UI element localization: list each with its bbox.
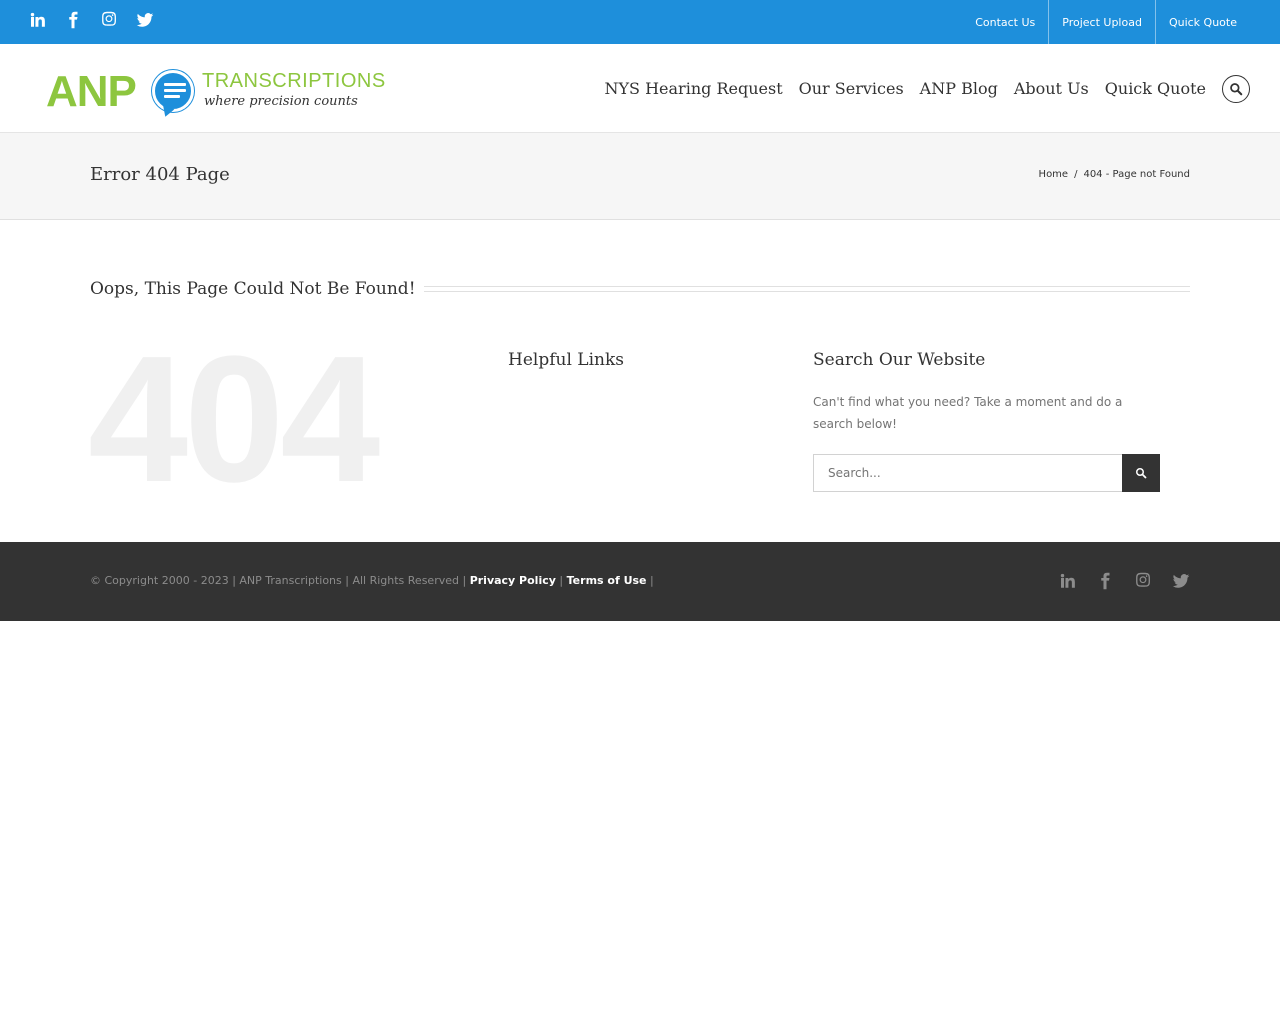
header-search-button[interactable] bbox=[1222, 75, 1250, 103]
search-input[interactable] bbox=[813, 454, 1122, 492]
nav-item-our-services[interactable]: Our Services bbox=[799, 79, 904, 98]
copyright: © Copyright 2000 - 2023 | ANP Transcript… bbox=[90, 574, 654, 587]
main-nav: NYS Hearing Request Our Services ANP Blo… bbox=[588, 44, 1206, 133]
linkedin-icon bbox=[30, 12, 45, 27]
footer-trailing-divider: | bbox=[650, 574, 654, 587]
error-heading: Oops, This Page Could Not Be Found! bbox=[90, 279, 416, 299]
site-search-form bbox=[813, 454, 1160, 492]
footer-instagram-link[interactable] bbox=[1134, 572, 1152, 594]
nav-item-nys-hearing-request[interactable]: NYS Hearing Request bbox=[604, 79, 782, 98]
top-link-project-upload[interactable]: Project Upload bbox=[1048, 0, 1155, 44]
logo-anp-text: ANP bbox=[46, 67, 137, 116]
helpful-links-title: Helpful Links bbox=[508, 350, 624, 370]
error-heading-row: Oops, This Page Could Not Be Found! bbox=[90, 276, 1190, 302]
twitter-icon bbox=[136, 13, 154, 27]
search-website-title: Search Our Website bbox=[813, 350, 986, 370]
search-description: Can't find what you need? Take a moment … bbox=[813, 395, 1123, 431]
linkedin-icon bbox=[1060, 573, 1075, 588]
instagram-icon bbox=[1136, 572, 1150, 587]
twitter-link[interactable] bbox=[136, 11, 154, 33]
breadcrumb-current: 404 - Page not Found bbox=[1083, 169, 1190, 180]
breadcrumb-separator: / bbox=[1074, 169, 1078, 180]
search-icon bbox=[1230, 83, 1243, 96]
logo-speech-bubble-icon bbox=[152, 70, 194, 112]
nav-item-about-us[interactable]: About Us bbox=[1014, 79, 1089, 98]
instagram-icon bbox=[102, 11, 116, 26]
top-link-contact-us[interactable]: Contact Us bbox=[962, 0, 1048, 44]
page-title-bar: Error 404 Page Home / 404 - Page not Fou… bbox=[0, 133, 1280, 220]
footer-linkedin-link[interactable] bbox=[1058, 572, 1076, 594]
error-code-404: 404 bbox=[88, 319, 380, 520]
search-icon bbox=[1136, 468, 1147, 479]
top-link-quick-quote[interactable]: Quick Quote bbox=[1154, 0, 1250, 44]
linkedin-link[interactable] bbox=[28, 11, 46, 33]
site-logo[interactable]: ANP TRANSCRIPTIONS where precision count… bbox=[46, 67, 385, 116]
terms-of-use-link[interactable]: Terms of Use bbox=[567, 574, 647, 587]
top-bar: Contact Us Project Upload Quick Quote bbox=[0, 0, 1280, 44]
nav-item-quick-quote[interactable]: Quick Quote bbox=[1105, 79, 1206, 98]
footer-social-links bbox=[1058, 572, 1190, 594]
search-submit-button[interactable] bbox=[1122, 454, 1160, 492]
site-footer: © Copyright 2000 - 2023 | ANP Transcript… bbox=[0, 542, 1280, 621]
heading-separator bbox=[423, 286, 1190, 292]
facebook-icon bbox=[1101, 572, 1110, 590]
site-header: ANP TRANSCRIPTIONS where precision count… bbox=[0, 44, 1280, 133]
facebook-icon bbox=[69, 11, 78, 29]
nav-item-anp-blog[interactable]: ANP Blog bbox=[920, 79, 998, 98]
footer-twitter-link[interactable] bbox=[1172, 572, 1190, 594]
footer-facebook-link[interactable] bbox=[1096, 572, 1114, 594]
copyright-text: © Copyright 2000 - 2023 | ANP Transcript… bbox=[90, 574, 467, 587]
logo-transcriptions-text: TRANSCRIPTIONS bbox=[202, 70, 386, 92]
logo-tagline: where precision counts bbox=[204, 94, 358, 109]
privacy-policy-link[interactable]: Privacy Policy bbox=[470, 574, 556, 587]
twitter-icon bbox=[1172, 574, 1190, 588]
breadcrumb-home[interactable]: Home bbox=[1039, 169, 1069, 180]
instagram-link[interactable] bbox=[100, 11, 118, 33]
footer-divider: | bbox=[559, 574, 564, 587]
top-social-links bbox=[28, 11, 154, 33]
breadcrumb: Home / 404 - Page not Found bbox=[1039, 169, 1190, 180]
page-title: Error 404 Page bbox=[90, 164, 230, 185]
facebook-link[interactable] bbox=[64, 11, 82, 33]
top-secondary-nav: Contact Us Project Upload Quick Quote bbox=[962, 0, 1250, 44]
